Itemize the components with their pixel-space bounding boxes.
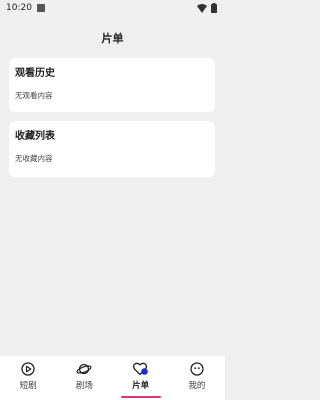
page-title: 片单 bbox=[101, 32, 124, 45]
tab-theater[interactable]: 剧场 bbox=[56, 356, 112, 400]
sim-icon bbox=[36, 4, 45, 12]
tab-label: 我的 bbox=[188, 381, 206, 391]
bottom-tab-bar: 短剧 剧场 片单 我的 bbox=[0, 356, 225, 400]
status-bar: 10:20 bbox=[0, 0, 225, 16]
watch-history-empty-text: 无观看内容 bbox=[15, 91, 53, 100]
wifi-icon bbox=[197, 3, 207, 13]
watch-history-title: 观看历史 bbox=[15, 68, 55, 79]
collection-title: 收藏列表 bbox=[15, 131, 55, 142]
tab-label: 短剧 bbox=[19, 381, 37, 391]
face-icon bbox=[190, 362, 204, 376]
play-circle-icon bbox=[21, 362, 35, 376]
watch-history-card[interactable]: 观看历史 无观看内容 bbox=[9, 58, 215, 112]
tab-mine[interactable]: 我的 bbox=[169, 356, 225, 400]
tab-playlist[interactable]: 片单 bbox=[113, 356, 169, 400]
active-tab-indicator bbox=[120, 396, 161, 398]
battery-icon bbox=[211, 3, 217, 13]
collection-empty-text: 无收藏内容 bbox=[15, 154, 53, 163]
heart-icon bbox=[132, 362, 149, 376]
collection-card[interactable]: 收藏列表 无收藏内容 bbox=[9, 121, 215, 177]
tab-label: 片单 bbox=[132, 381, 150, 391]
planet-icon bbox=[76, 362, 92, 376]
status-time: 10:20 bbox=[6, 3, 32, 13]
tab-shorts[interactable]: 短剧 bbox=[0, 356, 56, 400]
tab-label: 剧场 bbox=[75, 381, 93, 391]
